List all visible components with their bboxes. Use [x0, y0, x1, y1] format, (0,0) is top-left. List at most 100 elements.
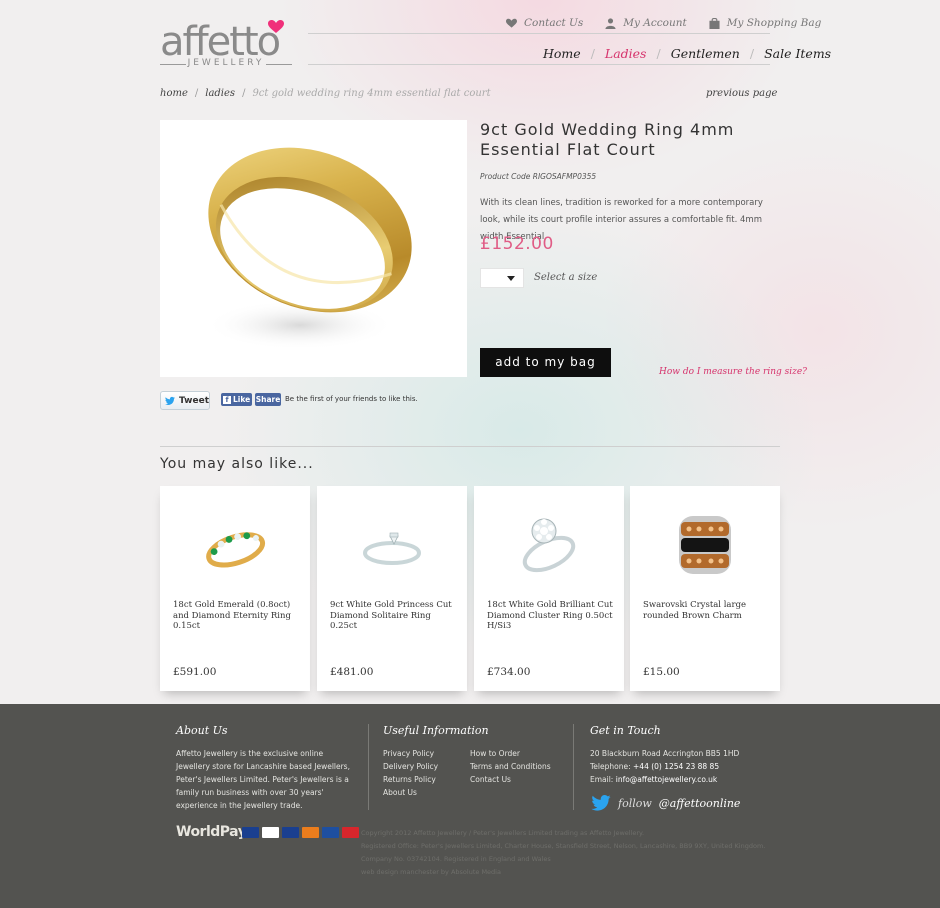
- size-select[interactable]: [480, 268, 524, 288]
- mastercard-icon: [302, 827, 319, 838]
- ring-size-link[interactable]: How do I measure the ring size?: [659, 367, 807, 377]
- copyright-line: Company No. 03742104. Registered in Engl…: [361, 855, 551, 863]
- telephone-value: +44 (0) 1254 23 88 85: [633, 762, 720, 771]
- touch-heading: Get in Touch: [590, 724, 661, 737]
- breadcrumb: home / ladies / 9ct gold wedding ring 4m…: [160, 88, 491, 99]
- telephone-row: Telephone: +44 (0) 1254 23 88 85: [590, 760, 739, 773]
- address-text: 20 Blackburn Road Accrington BB5 1HD: [590, 749, 740, 758]
- background-glow: [0, 0, 940, 704]
- related-product-name: 9ct White Gold Princess Cut Diamond Soli…: [330, 600, 452, 631]
- bag-icon: [709, 17, 720, 29]
- related-heading: You may also like...: [160, 456, 314, 472]
- twitter-follow[interactable]: follow @affettoonline: [591, 795, 740, 811]
- related-product-price: £15.00: [643, 666, 680, 678]
- logo[interactable]: affetto JEWELLERY: [160, 20, 295, 70]
- related-product-name: 18ct White Gold Brilliant Cut Diamond Cl…: [487, 600, 613, 631]
- useful-links-col2: How to Order Terms and Conditions Contac…: [470, 747, 551, 786]
- breadcrumb-separator: /: [194, 88, 199, 99]
- nav-gentlemen[interactable]: Gentlemen: [671, 46, 740, 61]
- tweet-label: Tweet: [179, 395, 209, 406]
- heart-icon: [268, 20, 284, 33]
- my-account-label: My Account: [623, 17, 687, 29]
- footer-separator: [368, 724, 369, 810]
- main-nav: Home / Ladies / Gentlemen / Sale Items: [543, 46, 831, 61]
- contact-us-link[interactable]: Contact Us: [506, 15, 583, 31]
- contact-us-footer-link[interactable]: Contact Us: [470, 773, 551, 786]
- twitter-icon: [165, 396, 176, 405]
- header-divider-top: [308, 33, 770, 34]
- nav-ladies[interactable]: Ladies: [605, 46, 647, 61]
- contact-us-label: Contact Us: [524, 17, 584, 29]
- useful-heading: Useful Information: [383, 724, 489, 737]
- nav-home[interactable]: Home: [543, 46, 581, 61]
- nav-separator: /: [590, 46, 595, 61]
- product-price: £152.00: [480, 234, 554, 254]
- tweet-button[interactable]: Tweet: [160, 391, 210, 410]
- nav-separator: /: [749, 46, 755, 61]
- telephone-label: Telephone:: [590, 762, 631, 771]
- related-product-card[interactable]: 18ct Gold Emerald (0.8oct) and Diamond E…: [160, 486, 310, 691]
- cluster-ring-image: [522, 518, 576, 573]
- product-image[interactable]: [160, 120, 467, 377]
- shopping-bag-link[interactable]: My Shopping Bag: [709, 15, 822, 31]
- returns-policy-link[interactable]: Returns Policy: [383, 773, 438, 786]
- product-title: 9ct Gold Wedding Ring 4mm Essential Flat…: [480, 120, 735, 159]
- breadcrumb-separator: /: [242, 88, 246, 99]
- about-us-link[interactable]: About Us: [383, 786, 438, 799]
- related-product-price: £591.00: [173, 666, 217, 678]
- related-product-price: £734.00: [487, 666, 531, 678]
- web-design-credit[interactable]: web design manchester by Absolute Media: [361, 866, 765, 879]
- facebook-share-button[interactable]: Share: [255, 393, 281, 406]
- email-label: Email:: [590, 775, 614, 784]
- delivery-policy-link[interactable]: Delivery Policy: [383, 760, 438, 773]
- gold-ring-image: [205, 147, 412, 350]
- how-to-order-link[interactable]: How to Order: [470, 747, 551, 760]
- logo-subtitle: JEWELLERY: [160, 58, 292, 68]
- about-text: Affetto Jewellery is the exclusive onlin…: [176, 749, 350, 810]
- visa-electron-card-icon: [282, 827, 299, 838]
- breadcrumb-home[interactable]: home: [160, 88, 188, 99]
- add-to-bag-button[interactable]: add to my bag: [480, 348, 611, 377]
- header-divider-bottom: [308, 64, 770, 65]
- payment-cards: [242, 827, 359, 838]
- heart-icon: [506, 18, 517, 28]
- terms-link[interactable]: Terms and Conditions: [470, 760, 551, 773]
- breadcrumb-ladies[interactable]: ladies: [205, 88, 235, 99]
- visa-card-icon: [262, 827, 279, 838]
- related-product-name: Swarovski Crystal large rounded Brown Ch…: [643, 600, 747, 621]
- about-heading: About Us: [176, 724, 228, 737]
- related-product-card[interactable]: 18ct White Gold Brilliant Cut Diamond Cl…: [474, 486, 624, 691]
- privacy-policy-link[interactable]: Privacy Policy: [383, 747, 438, 760]
- twitter-handle: @affettoonline: [658, 796, 741, 810]
- charm-bead-image: [679, 516, 731, 574]
- related-product-name: 18ct Gold Emerald (0.8oct) and Diamond E…: [173, 600, 291, 631]
- nav-separator: /: [656, 46, 661, 61]
- breadcrumb-current: 9ct gold wedding ring 4mm essential flat…: [252, 88, 491, 99]
- contact-details: 20 Blackburn Road Accrington BB5 1HD Tel…: [590, 747, 739, 786]
- product-code: Product Code RIGOSAFMP0355: [480, 172, 597, 181]
- nav-sale-items[interactable]: Sale Items: [764, 46, 831, 61]
- email-link[interactable]: info@affettojewellery.co.uk: [616, 775, 718, 784]
- top-links: Contact Us My Account My Shopping Bag: [506, 15, 821, 31]
- previous-page-link[interactable]: previous page: [706, 88, 777, 99]
- section-divider: [160, 446, 780, 447]
- related-product-card[interactable]: Swarovski Crystal large rounded Brown Ch…: [630, 486, 780, 691]
- my-account-link[interactable]: My Account: [605, 15, 687, 31]
- twitter-bird-icon: [591, 795, 611, 811]
- copyright-line: Registered Office: Peter's Jewellers Lim…: [361, 842, 766, 850]
- jcb-card-icon: [322, 827, 339, 838]
- shopping-bag-label: My Shopping Bag: [726, 17, 822, 29]
- related-product-card[interactable]: 9ct White Gold Princess Cut Diamond Soli…: [317, 486, 467, 691]
- size-select-label: Select a size: [534, 272, 598, 283]
- caret-down-icon: [507, 276, 515, 281]
- solitaire-ring-image: [363, 532, 421, 565]
- emerald-ring-image: [206, 532, 266, 568]
- facebook-like-text: Be the first of your friends to like thi…: [285, 395, 418, 403]
- worldpay-logo: WorldPay: [176, 824, 247, 840]
- useful-links-col1: Privacy Policy Delivery Policy Returns P…: [383, 747, 438, 799]
- copyright-block: Copyright 2012 Affetto Jewellery / Peter…: [361, 827, 765, 879]
- facebook-icon: f: [223, 395, 231, 404]
- like-label: Like: [233, 395, 251, 404]
- copyright-line: Copyright 2012 Affetto Jewellery / Peter…: [361, 829, 645, 837]
- facebook-like-button[interactable]: f Like: [221, 393, 252, 406]
